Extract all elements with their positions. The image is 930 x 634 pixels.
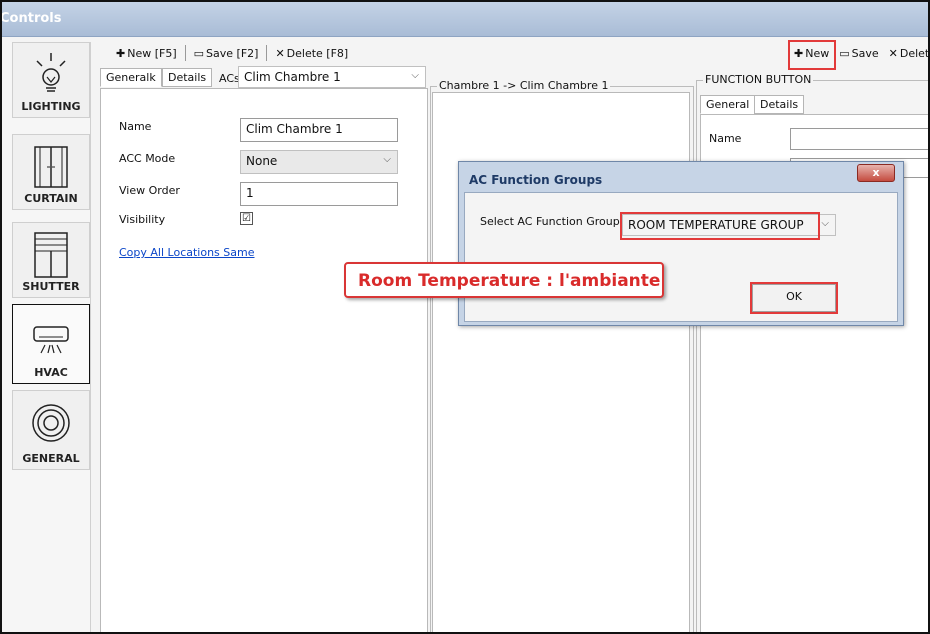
select-group-label: Select AC Function Group: [480, 215, 620, 228]
nav-hvac-label: HVAC: [34, 366, 68, 379]
function-name-label: Name: [709, 132, 742, 145]
visibility-checkbox[interactable]: ☑: [240, 212, 253, 225]
nav-curtain-label: CURTAIN: [24, 192, 78, 205]
tab-function-details[interactable]: Details: [754, 95, 805, 114]
acs-label: ACs: [219, 72, 240, 85]
nav-hvac[interactable]: HVAC: [12, 304, 90, 384]
acc-mode-value: None: [246, 154, 278, 168]
save-button-label: Save [F2]: [206, 46, 259, 60]
acc-mode-select[interactable]: None ⌵: [240, 150, 398, 174]
nav-shutter-label: SHUTTER: [22, 280, 80, 293]
delete-x-icon: ✕: [275, 46, 285, 60]
location-group-title: Chambre 1 -> Clim Chambre 1: [437, 79, 611, 92]
title-bar: Controls: [2, 2, 928, 37]
view-order-input[interactable]: 1: [240, 182, 398, 206]
floppy-disk-icon: ▭: [193, 46, 205, 60]
toolbar-divider: [184, 45, 186, 61]
floppy-disk-icon: ▭: [839, 46, 850, 60]
new-button-label: New [F5]: [127, 46, 177, 60]
chevron-down-icon: ⌵: [383, 154, 391, 165]
tab-generalk[interactable]: Generalk: [100, 68, 162, 87]
name-input[interactable]: Clim Chambre 1: [240, 118, 398, 142]
name-label: Name: [119, 120, 152, 133]
group-select-highlight: [620, 212, 820, 240]
nav-lighting-label: LIGHTING: [21, 100, 81, 113]
window-title: Controls: [0, 11, 62, 26]
ok-button-highlight: [750, 282, 838, 314]
target-icon: [32, 404, 70, 442]
tab-general[interactable]: General: [700, 95, 756, 114]
chevron-down-icon: ⌵: [411, 70, 419, 81]
shutter-icon: [34, 232, 68, 278]
visibility-label: Visibility: [119, 213, 166, 226]
nav-general[interactable]: GENERAL: [12, 390, 90, 470]
air-conditioner-icon: [33, 326, 69, 354]
function-delete-button[interactable]: ✕ Delete: [887, 46, 930, 61]
save-button[interactable]: ▭ Save [F2]: [192, 46, 261, 61]
function-delete-label: Delete: [899, 46, 930, 60]
dialog-title: AC Function Groups: [469, 173, 603, 187]
controls-window: Controls LIGHTING CURTAIN SHUTTER HVAC G…: [0, 0, 930, 634]
nav-shutter[interactable]: SHUTTER: [12, 222, 90, 298]
plus-icon: ✚: [116, 46, 126, 60]
function-save-label: Save: [851, 46, 879, 60]
close-button[interactable]: x: [857, 164, 895, 182]
new-button-highlight: [788, 40, 836, 70]
view-order-label: View Order: [119, 184, 180, 197]
function-button-title: FUNCTION BUTTON: [703, 73, 814, 86]
category-sidebar: LIGHTING CURTAIN SHUTTER HVAC GENERAL: [10, 42, 91, 632]
nav-curtain[interactable]: CURTAIN: [12, 134, 90, 210]
function-name-input[interactable]: [790, 128, 928, 150]
light-bulb-icon: [36, 53, 66, 92]
annotation-text: Room Temperature : l'ambiante: [358, 271, 661, 291]
new-button[interactable]: ✚ New [F5]: [114, 46, 179, 61]
delete-button-label: Delete [F8]: [286, 46, 349, 60]
tab-details[interactable]: Details: [162, 68, 213, 87]
close-icon: x: [872, 166, 880, 179]
left-toolbar: ✚ New [F5] ▭ Save [F2] ✕ Delete [F8]: [114, 42, 350, 64]
annotation-callout: Room Temperature : l'ambiante: [344, 262, 664, 298]
acs-select-value: Clim Chambre 1: [244, 70, 341, 84]
curtain-icon: [34, 146, 68, 188]
delete-button[interactable]: ✕ Delete [F8]: [273, 46, 350, 61]
copy-all-locations-link[interactable]: Copy All Locations Same: [119, 246, 255, 259]
chevron-down-icon: ⌵: [821, 218, 829, 229]
toolbar-divider: [266, 45, 268, 61]
acs-select[interactable]: Clim Chambre 1 ⌵: [238, 66, 426, 88]
nav-general-label: GENERAL: [22, 452, 80, 465]
function-save-button[interactable]: ▭ Save: [837, 46, 880, 61]
delete-x-icon: ✕: [888, 46, 898, 60]
acc-mode-label: ACC Mode: [119, 152, 176, 165]
nav-lighting[interactable]: LIGHTING: [12, 42, 90, 118]
